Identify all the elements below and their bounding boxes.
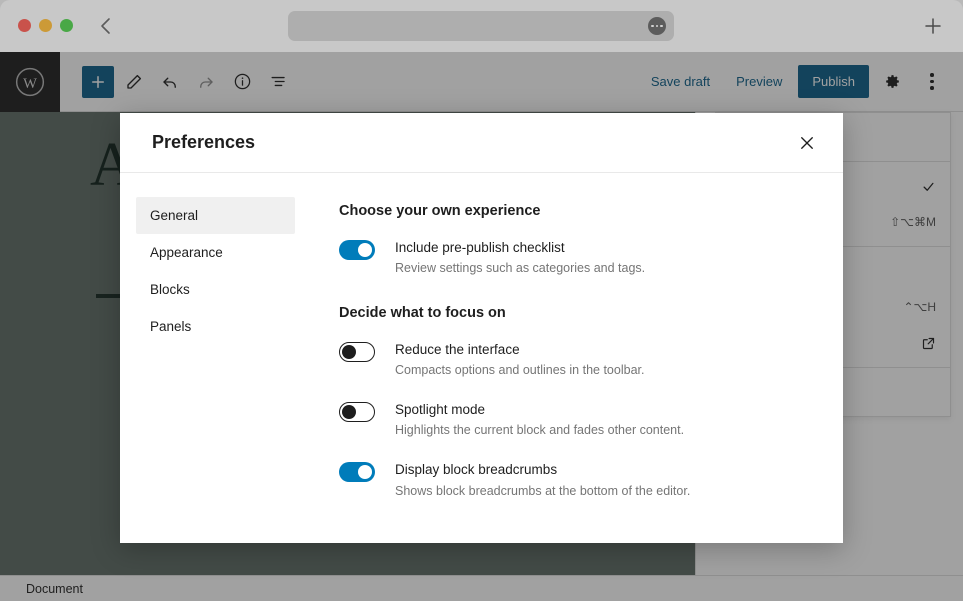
toggle-spotlight-mode[interactable] [339,402,375,423]
nav-item-appearance[interactable]: Appearance [136,234,295,271]
preference-text: Display block breadcrumbs Shows block br… [395,461,809,499]
toggle-include-pre-publish-checklist[interactable] [339,240,375,260]
toggle-knob [358,465,372,480]
preference-help: Review settings such as categories and t… [395,261,646,276]
preference-text: Reduce the interface Compacts options an… [395,341,809,379]
preference-row: Spotlight mode Highlights the current bl… [339,401,809,439]
preference-label: Spotlight mode [395,402,486,418]
preference-label: Include pre-publish checklist [395,240,565,255]
preference-row: Include pre-publish checklist Review set… [339,239,809,277]
preferences-section: Choose your own experience Include pre-p… [339,203,809,277]
preference-help: Highlights the current block and fades o… [395,423,685,438]
nav-item-blocks[interactable]: Blocks [136,271,295,308]
section-title: Choose your own experience [339,203,541,219]
preferences-content: Choose your own experience Include pre-p… [311,173,843,543]
preference-label: Display block breadcrumbs [395,462,558,478]
toggle-display-block-breadcrumbs[interactable] [339,462,375,483]
toggle-knob [342,405,356,420]
preferences-nav: General Appearance Blocks Panels [120,173,311,543]
ellipsis-icon[interactable] [648,17,666,35]
browser-back-button[interactable] [94,14,118,38]
preferences-section: Decide what to focus on Reduce the inter… [339,305,809,499]
preferences-modal: Preferences General Appearance Blocks Pa… [120,113,843,543]
preference-help: Shows block breadcrumbs at the bottom of… [395,483,691,498]
app-root: W Save draft Preview Publish A ⇧⌥⌘M ⌃⌥H … [0,0,963,601]
new-tab-button[interactable] [921,14,945,38]
window-zoom-button[interactable] [60,19,73,32]
preference-row: Reduce the interface Compacts options an… [339,341,809,379]
browser-chrome [0,0,963,52]
nav-item-panels[interactable]: Panels [136,308,295,345]
window-traffic-lights [18,19,73,32]
nav-item-general[interactable]: General [136,197,295,234]
toggle-reduce-the-interface[interactable] [339,342,375,363]
modal-body: General Appearance Blocks Panels Choose … [120,173,843,543]
section-title: Decide what to focus on [339,305,506,322]
close-icon[interactable] [789,125,825,161]
preference-text: Spotlight mode Highlights the current bl… [395,401,809,439]
modal-header: Preferences [120,113,843,173]
toggle-knob [342,345,356,360]
modal-title: Preferences [152,132,256,152]
toggle-knob [358,243,372,257]
browser-address-bar[interactable] [288,11,674,41]
preference-help: Compacts options and outlines in the too… [395,363,645,378]
preference-label: Reduce the interface [395,342,520,358]
preference-row: Display block breadcrumbs Shows block br… [339,461,809,499]
window-minimize-button[interactable] [39,19,52,32]
window-close-button[interactable] [18,19,31,32]
preference-text: Include pre-publish checklist Review set… [395,239,809,277]
